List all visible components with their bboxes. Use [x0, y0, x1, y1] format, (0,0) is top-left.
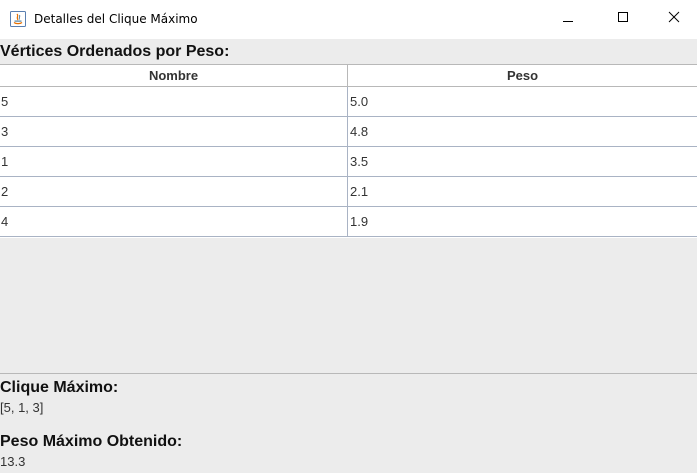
cell-nombre[interactable]: 2: [0, 177, 348, 206]
maximize-icon: [618, 11, 628, 22]
cell-peso[interactable]: 1.9: [348, 207, 697, 236]
column-header-peso[interactable]: Peso: [348, 65, 697, 86]
cell-nombre[interactable]: 1: [0, 147, 348, 176]
cell-peso[interactable]: 2.1: [348, 177, 697, 206]
java-app-icon: [10, 11, 26, 27]
section-divider: [0, 373, 697, 374]
table-row[interactable]: 2 2.1: [0, 177, 697, 207]
cell-peso[interactable]: 3.5: [348, 147, 697, 176]
title-bar[interactable]: Detalles del Clique Máximo: [0, 0, 697, 39]
table-row[interactable]: 5 5.0: [0, 87, 697, 117]
maximize-button[interactable]: [600, 0, 646, 33]
clique-details-window: Detalles del Clique Máximo Vértices Orde…: [0, 0, 697, 473]
close-icon: [668, 11, 680, 22]
minimize-icon: [563, 20, 573, 22]
table-row[interactable]: 3 4.8: [0, 117, 697, 147]
vertices-table[interactable]: Nombre Peso 5 5.0 3 4.8 1 3.5 2 2.1 4 1.…: [0, 64, 697, 238]
peso-value: 13.3: [0, 454, 26, 469]
cell-peso[interactable]: 4.8: [348, 117, 697, 146]
table-row[interactable]: 1 3.5: [0, 147, 697, 177]
cell-nombre[interactable]: 3: [0, 117, 348, 146]
window-title: Detalles del Clique Máximo: [34, 12, 198, 26]
clique-heading: Clique Máximo:: [0, 379, 119, 396]
clique-value: [5, 1, 3]: [0, 400, 44, 415]
cell-peso[interactable]: 5.0: [348, 87, 697, 116]
close-button[interactable]: [651, 0, 697, 33]
table-row[interactable]: 4 1.9: [0, 207, 697, 237]
vertices-heading: Vértices Ordenados por Peso:: [0, 43, 230, 60]
minimize-button[interactable]: [545, 0, 591, 33]
peso-heading: Peso Máximo Obtenido:: [0, 433, 183, 450]
column-header-nombre[interactable]: Nombre: [0, 65, 348, 86]
table-header: Nombre Peso: [0, 64, 697, 87]
cell-nombre[interactable]: 5: [0, 87, 348, 116]
cell-nombre[interactable]: 4: [0, 207, 348, 236]
